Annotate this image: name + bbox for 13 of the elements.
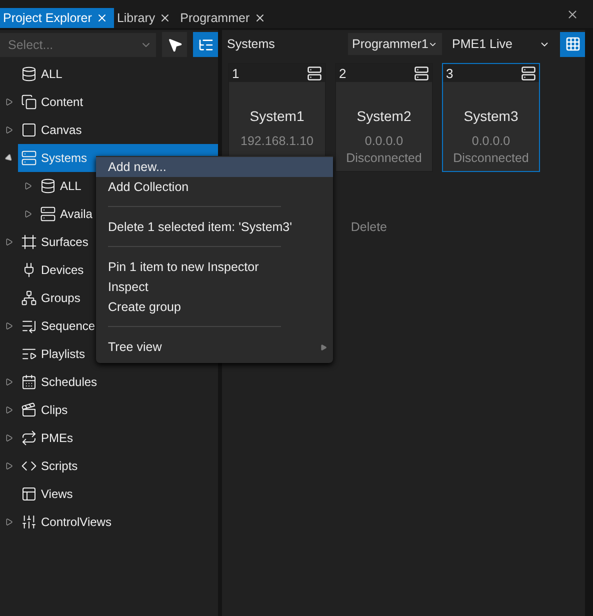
ip-address: 0.0.0.0 <box>472 134 510 148</box>
system-name: System3 <box>464 108 518 124</box>
connection-status: Disconnected <box>346 151 422 165</box>
card-number: 2 <box>339 66 346 80</box>
ip-address: 192.168.1.10 <box>240 134 314 148</box>
card-number: 1 <box>232 66 240 80</box>
ip-address: 0.0.0.0 <box>364 134 404 148</box>
card-number: 3 <box>446 66 454 80</box>
panel-title: Systems <box>227 37 276 51</box>
connection-status: Disconnected <box>453 151 529 165</box>
system-name: System1 <box>250 108 304 124</box>
shortcut-text: Delete <box>350 220 387 234</box>
system-name: System2 <box>356 108 412 124</box>
